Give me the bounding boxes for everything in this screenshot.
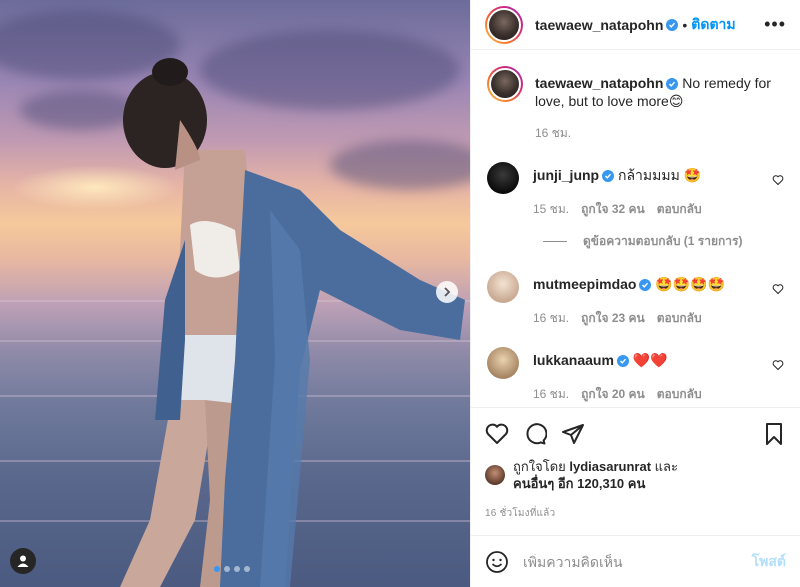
view-replies-label: ดูข้อความตอบกลับ (1 รายการ) bbox=[583, 234, 743, 248]
liked-and-label: และ bbox=[654, 459, 678, 474]
verified-badge-icon bbox=[602, 170, 615, 183]
author-avatar[interactable] bbox=[485, 5, 523, 44]
woman-silhouette bbox=[120, 58, 465, 587]
comment-text: กล้ามมมม 🤩 bbox=[618, 167, 702, 183]
comment-item: junji_junp กล้ามมมม 🤩 15 ชม. ถูกใจ 32 คน… bbox=[487, 162, 784, 218]
commenter-avatar[interactable] bbox=[487, 271, 519, 303]
verified-badge-icon bbox=[666, 18, 679, 31]
comment-text: ❤️❤️ bbox=[632, 352, 668, 368]
liker-username[interactable]: lydiasarunrat bbox=[569, 459, 651, 474]
carousel-indicator bbox=[214, 566, 250, 572]
follow-button[interactable]: ติดตาม bbox=[691, 14, 735, 36]
carousel-dot bbox=[214, 566, 220, 572]
add-comment-input[interactable] bbox=[523, 553, 752, 570]
comment-likes[interactable]: ถูกใจ 23 คน bbox=[581, 309, 645, 327]
comment-text: 🤩🤩🤩🤩 bbox=[655, 276, 726, 292]
author-username[interactable]: taewaew_natapohn bbox=[535, 17, 663, 33]
user-tag-button[interactable] bbox=[10, 548, 36, 574]
carousel-dot bbox=[224, 566, 230, 572]
header-separator: • bbox=[682, 16, 688, 33]
comment-likes[interactable]: ถูกใจ 20 คน bbox=[581, 385, 645, 403]
comments-list[interactable]: taewaew_natapohn No remedy for love, but… bbox=[471, 50, 800, 407]
user-tag-icon bbox=[17, 555, 29, 567]
view-replies-button[interactable]: ดูข้อความตอบกลับ (1 รายการ) bbox=[543, 232, 784, 251]
reply-button[interactable]: ตอบกลับ bbox=[657, 309, 702, 327]
commenter-username[interactable]: lukkanaaum bbox=[533, 352, 614, 368]
post-timestamp: 16 ชั่วโมงที่แล้ว bbox=[485, 508, 556, 519]
heart-icon[interactable] bbox=[485, 422, 509, 446]
commenter-avatar[interactable] bbox=[487, 162, 519, 194]
comment-time: 15 ชม. bbox=[533, 202, 570, 216]
verified-badge-icon bbox=[639, 279, 652, 292]
heart-icon[interactable] bbox=[772, 359, 784, 371]
chevron-right-icon bbox=[444, 287, 451, 297]
likes-count[interactable]: คนอื่นๆ อีก 120,310 คน bbox=[513, 476, 645, 491]
verified-badge-icon bbox=[666, 78, 679, 91]
comment-item: mutmeepimdao 🤩🤩🤩🤩 16 ชม. ถูกใจ 23 คน ตอบ… bbox=[487, 271, 784, 327]
post-photo[interactable] bbox=[0, 0, 470, 587]
instagram-post: taewaew_natapohn • ติดตาม ••• taewaew_na… bbox=[0, 0, 800, 587]
caption-username[interactable]: taewaew_natapohn bbox=[535, 75, 663, 91]
post-actions: ถูกใจโดย lydiasarunrat และ คนอื่นๆ อีก 1… bbox=[471, 407, 800, 521]
reply-button[interactable]: ตอบกลับ bbox=[657, 385, 702, 403]
heart-icon[interactable] bbox=[772, 283, 784, 295]
caption-time: 16 ชม. bbox=[535, 126, 572, 140]
caption-avatar[interactable] bbox=[487, 66, 523, 102]
heart-icon[interactable] bbox=[772, 174, 784, 186]
liked-by-label: ถูกใจโดย bbox=[513, 459, 566, 474]
liker-avatar[interactable] bbox=[485, 465, 505, 485]
commenter-username[interactable]: junji_junp bbox=[533, 167, 599, 183]
emoji-icon[interactable] bbox=[485, 550, 509, 574]
next-photo-button[interactable] bbox=[436, 281, 458, 303]
bookmark-icon[interactable] bbox=[762, 422, 786, 446]
comment-time: 16 ชม. bbox=[533, 387, 570, 401]
comment-icon[interactable] bbox=[523, 422, 547, 446]
carousel-dot bbox=[244, 566, 250, 572]
post-header: taewaew_natapohn • ติดตาม ••• bbox=[471, 0, 800, 50]
verified-badge-icon bbox=[616, 355, 629, 368]
likes-summary: ถูกใจโดย lydiasarunrat และ คนอื่นๆ อีก 1… bbox=[485, 458, 786, 492]
share-icon[interactable] bbox=[561, 422, 585, 446]
more-options-button[interactable]: ••• bbox=[764, 14, 786, 35]
post-side-panel: taewaew_natapohn • ติดตาม ••• taewaew_na… bbox=[470, 0, 800, 587]
comment-item: lukkanaaum ❤️❤️ 16 ชม. ถูกใจ 20 คน ตอบกล… bbox=[487, 347, 784, 403]
comment-likes[interactable]: ถูกใจ 32 คน bbox=[581, 200, 645, 218]
reply-button[interactable]: ตอบกลับ bbox=[657, 200, 702, 218]
post-comment-button[interactable]: โพสต์ bbox=[752, 551, 786, 573]
commenter-username[interactable]: mutmeepimdao bbox=[533, 276, 636, 292]
comment-time: 16 ชม. bbox=[533, 311, 570, 325]
add-comment-bar: โพสต์ bbox=[471, 535, 800, 587]
commenter-avatar[interactable] bbox=[487, 347, 519, 379]
carousel-dot bbox=[234, 566, 240, 572]
caption: taewaew_natapohn No remedy for love, but… bbox=[487, 66, 784, 142]
